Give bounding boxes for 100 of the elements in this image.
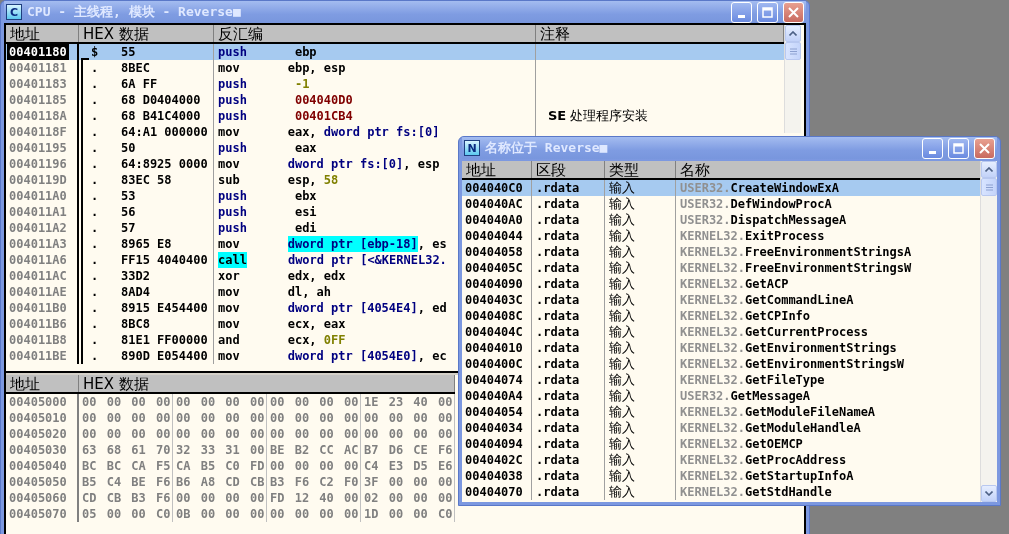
row-marker: .: [91, 172, 100, 188]
function-name: GetCommandLineA: [745, 292, 854, 308]
address: 00404054: [465, 404, 523, 420]
address: 00405070: [8, 506, 68, 522]
address[interactable]: 004011BE: [7, 348, 69, 364]
address: 00405040: [8, 458, 68, 474]
hex-bytes: B3 F6 C2 F0: [270, 474, 359, 490]
name-row[interactable]: 0040400C .rdata 输入 KERNEL32.GetEnvironmentStringsW: [462, 356, 980, 372]
maximize-button[interactable]: [757, 1, 778, 23]
name-row[interactable]: 0040408C .rdata 输入 KERNEL32.GetCPInfo: [462, 308, 980, 324]
hex-bytes: B6 A8 CD CB: [176, 474, 265, 490]
hex-bytes: 00 00 00 00: [82, 410, 171, 426]
scroll-up-icon: [985, 167, 993, 172]
name-row[interactable]: 00404090 .rdata 输入 KERNEL32.GetACP: [462, 276, 980, 292]
close-icon: [979, 142, 990, 154]
address[interactable]: 0040119D: [7, 172, 69, 188]
minimize-button[interactable]: [922, 137, 943, 159]
name-row[interactable]: 0040405C .rdata 输入 KERNEL32.FreeEnvironmentStringsW: [462, 260, 980, 276]
name-row[interactable]: 0040402C .rdata 输入 KERNEL32.GetProcAddress: [462, 452, 980, 468]
name-row[interactable]: 00404038 .rdata 输入 KERNEL32.GetStartupInfoA: [462, 468, 980, 484]
grip-icon: [789, 47, 797, 55]
function-name: GetProcAddress: [745, 452, 847, 468]
name-row[interactable]: 00404044 .rdata 输入 KERNEL32.ExitProcess: [462, 228, 980, 244]
operand: dword ptr [ebp-18]: [287, 236, 418, 252]
mnemonic: push: [218, 92, 247, 108]
scrollbar[interactable]: [980, 161, 997, 502]
hex-bytes: B5 C4 BE F6: [82, 474, 171, 490]
name-row[interactable]: 004040C0 .rdata 输入 USER32.CreateWindowExA: [462, 180, 980, 196]
name-row[interactable]: 004040AC .rdata 输入 USER32.DefWindowProcA: [462, 196, 980, 212]
maximize-button[interactable]: [948, 137, 969, 159]
scroll-thumb[interactable]: [981, 178, 997, 196]
name-row[interactable]: 0040403C .rdata 输入 KERNEL32.GetCommandLineA: [462, 292, 980, 308]
scroll-thumb[interactable]: [785, 42, 801, 60]
minimize-button[interactable]: [731, 1, 752, 23]
address[interactable]: 004011AC: [7, 268, 69, 284]
address[interactable]: 00401180: [7, 44, 69, 60]
address: 004040A0: [465, 212, 523, 228]
window-title: CPU - 主线程, 模块 - Reverse■: [27, 3, 242, 21]
close-button[interactable]: [974, 137, 995, 159]
scroll-up-button[interactable]: [981, 161, 997, 178]
hex-bytes: 81E1 FF00000: [121, 332, 208, 348]
hex-bytes: 64:8925 0000: [121, 156, 208, 172]
address[interactable]: 004011AE: [7, 284, 69, 300]
operand: 0FF: [323, 332, 346, 348]
name-row[interactable]: 00404034 .rdata 输入 KERNEL32.GetModuleHandleA: [462, 420, 980, 436]
type: 输入: [609, 244, 635, 260]
operand: eax,: [287, 124, 318, 140]
row-marker: .: [91, 108, 100, 124]
mnemonic: mov: [218, 124, 240, 140]
name-row[interactable]: 00404010 .rdata 输入 KERNEL32.GetEnvironmentStrings: [462, 340, 980, 356]
address[interactable]: 004011B8: [7, 332, 69, 348]
scrollbar[interactable]: [784, 25, 801, 133]
address[interactable]: 00401185: [7, 92, 69, 108]
scroll-up-button[interactable]: [785, 25, 801, 42]
address[interactable]: 004011A3: [7, 236, 69, 252]
column-header[interactable]: 地址: [6, 375, 79, 392]
address: 0040403C: [465, 292, 523, 308]
address: 0040404C: [465, 324, 523, 340]
name-row[interactable]: 00404054 .rdata 输入 KERNEL32.GetModuleFileNameA: [462, 404, 980, 420]
address[interactable]: 004011B6: [7, 316, 69, 332]
address[interactable]: 004011B0: [7, 300, 69, 316]
name-row[interactable]: 004040A0 .rdata 输入 USER32.DispatchMessageA: [462, 212, 980, 228]
address[interactable]: 004011A0: [7, 188, 69, 204]
column-header[interactable]: 地址: [462, 161, 532, 178]
name-row[interactable]: 0040404C .rdata 输入 KERNEL32.GetCurrentProcess: [462, 324, 980, 340]
mnemonic: mov: [218, 236, 240, 252]
mnemonic: push: [218, 44, 247, 60]
column-header[interactable]: HEX 数据: [79, 25, 214, 42]
address[interactable]: 0040118A: [7, 108, 69, 124]
address[interactable]: 00401183: [7, 76, 69, 92]
row-marker: .: [91, 220, 100, 236]
hex-bytes: 02 00 00 00: [364, 490, 453, 506]
name-row[interactable]: 00404074 .rdata 输入 KERNEL32.GetFileType: [462, 372, 980, 388]
column-header[interactable]: 类型: [605, 161, 676, 178]
address[interactable]: 00401196: [7, 156, 69, 172]
name-row[interactable]: 004040A4 .rdata 输入 USER32.GetMessageA: [462, 388, 980, 404]
close-button[interactable]: [783, 1, 804, 23]
address[interactable]: 0040118F: [7, 124, 69, 140]
address[interactable]: 00401195: [7, 140, 69, 156]
column-header[interactable]: 地址: [6, 25, 79, 42]
type: 输入: [609, 180, 635, 196]
address: 00405050: [8, 474, 68, 490]
scroll-down-button[interactable]: [981, 485, 997, 502]
address[interactable]: 004011A6: [7, 252, 69, 268]
row-marker: $: [91, 44, 100, 60]
hex-bytes: 00 00 00 00: [364, 410, 453, 426]
window-title: 名称位于 Reverse■: [485, 139, 609, 157]
address[interactable]: 004011A1: [7, 204, 69, 220]
name-row[interactable]: 00404094 .rdata 输入 KERNEL32.GetOEMCP: [462, 436, 980, 452]
hex-bytes: 00 00 00 00: [176, 426, 265, 442]
address: 00404074: [465, 372, 523, 388]
address[interactable]: 00401181: [7, 60, 69, 76]
address[interactable]: 004011A2: [7, 220, 69, 236]
hex-bytes: 1E 23 40 00: [364, 394, 453, 410]
column-header[interactable]: 反汇编: [214, 25, 536, 42]
column-header[interactable]: 区段: [532, 161, 605, 178]
name-row[interactable]: 00404058 .rdata 输入 KERNEL32.FreeEnvironmentStringsA: [462, 244, 980, 260]
row-marker: .: [91, 76, 100, 92]
section: .rdata: [536, 244, 580, 260]
scroll-down-icon: [985, 491, 993, 496]
